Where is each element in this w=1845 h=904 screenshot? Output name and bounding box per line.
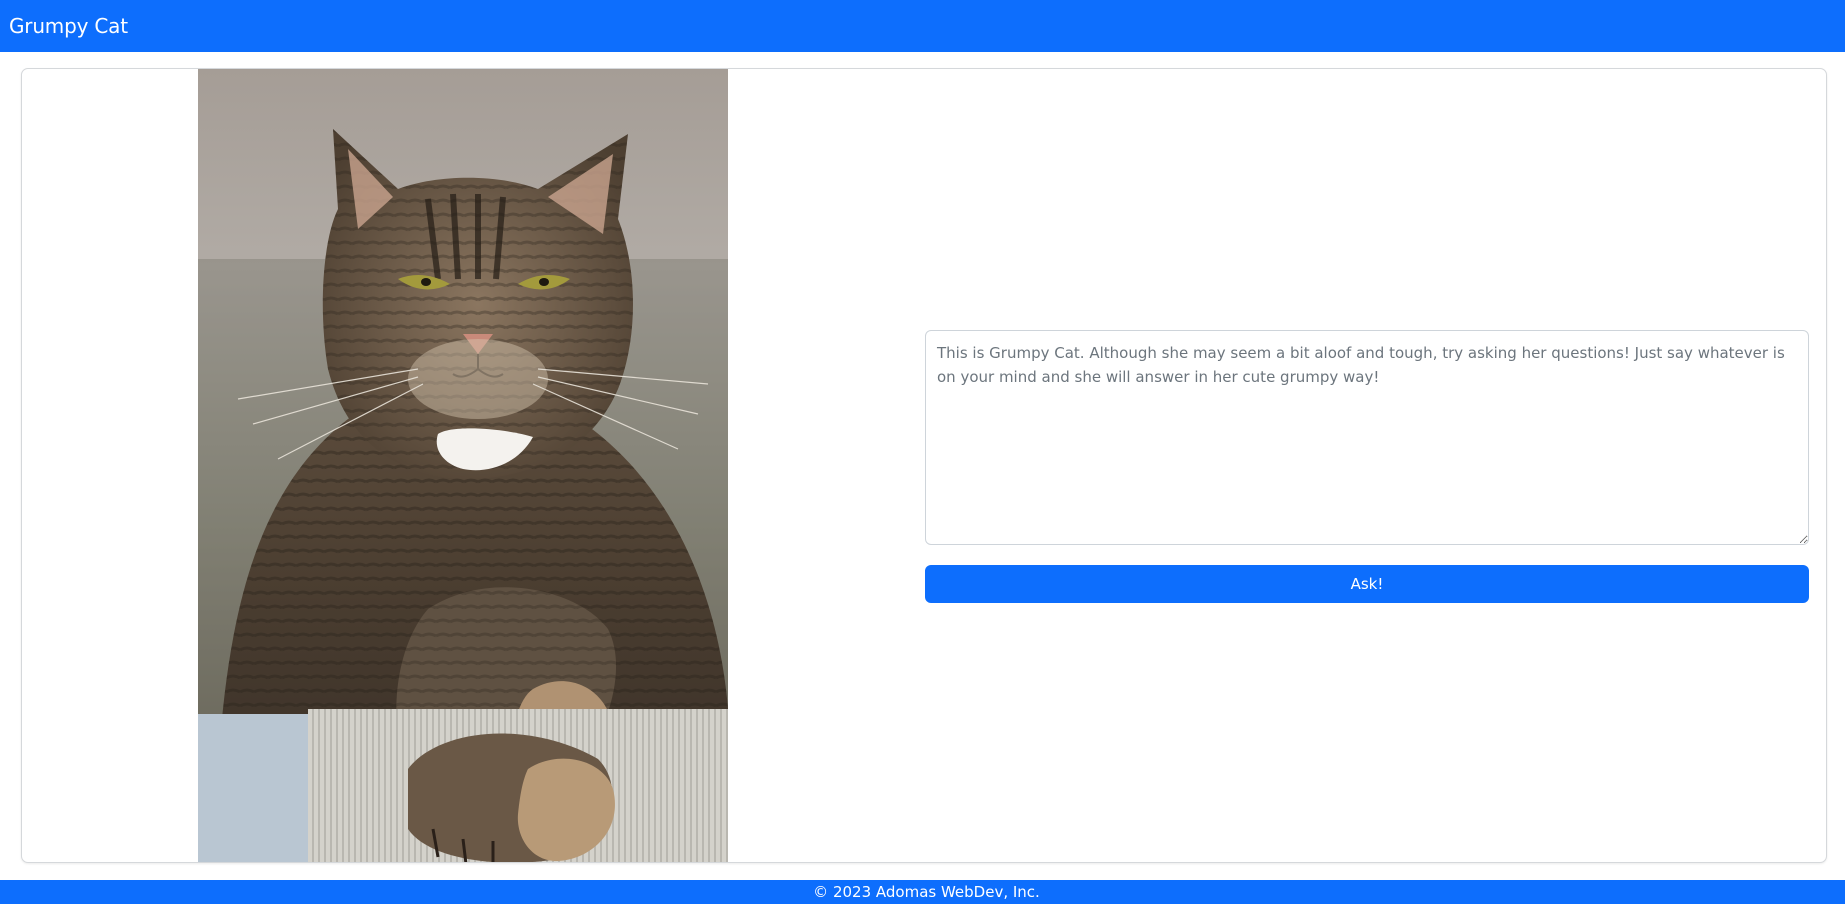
footer-copyright: © 2023 Adomas WebDev, Inc. bbox=[813, 883, 1040, 901]
ask-button[interactable]: Ask! bbox=[925, 565, 1809, 603]
footer: © 2023 Adomas WebDev, Inc. bbox=[0, 880, 1845, 904]
navbar-brand[interactable]: Grumpy Cat bbox=[9, 14, 128, 38]
top-navbar: Grumpy Cat bbox=[0, 0, 1845, 52]
grumpy-cat-photo bbox=[198, 69, 728, 862]
ask-panel: Ask! bbox=[925, 330, 1809, 603]
question-textarea[interactable] bbox=[925, 330, 1809, 545]
main-card: Ask! bbox=[21, 68, 1827, 863]
